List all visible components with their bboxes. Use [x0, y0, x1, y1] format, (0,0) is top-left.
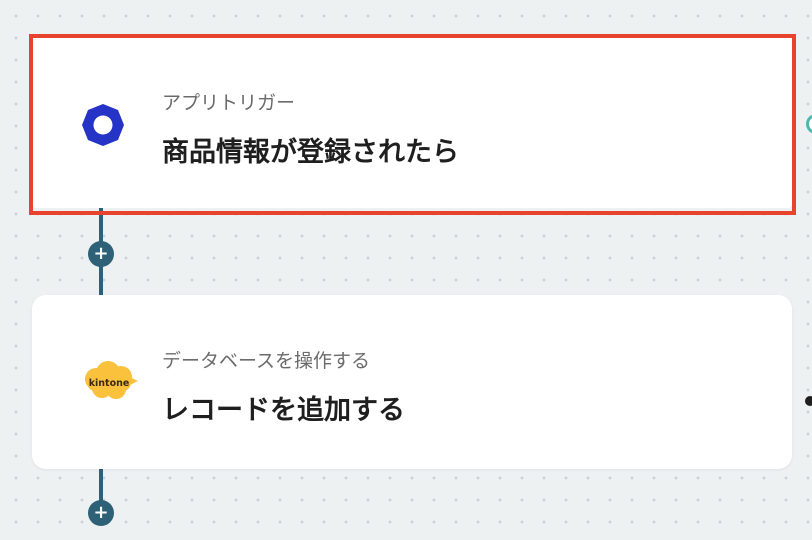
branch-node-icon: [806, 114, 812, 134]
step-title: 商品情報が登録されたら: [162, 137, 459, 168]
add-step-button[interactable]: +: [88, 500, 114, 526]
plus-icon: +: [93, 502, 109, 523]
step-type-label: アプリトリガー: [162, 92, 296, 114]
app-trigger-icon: [80, 102, 126, 148]
branch-node-icon: [805, 396, 812, 406]
flow-step-database[interactable]: kintone データベースを操作する レコードを追加する: [32, 295, 792, 469]
add-step-button[interactable]: +: [88, 241, 114, 267]
plus-icon: +: [93, 243, 109, 264]
kintone-logo-icon: kintone: [80, 359, 140, 405]
kintone-wordmark: kintone: [89, 378, 130, 389]
flow-step-trigger[interactable]: アプリトリガー 商品情報が登録されたら: [32, 34, 792, 208]
step-type-label: データベースを操作する: [162, 350, 371, 372]
step-title: レコードを追加する: [162, 395, 405, 426]
